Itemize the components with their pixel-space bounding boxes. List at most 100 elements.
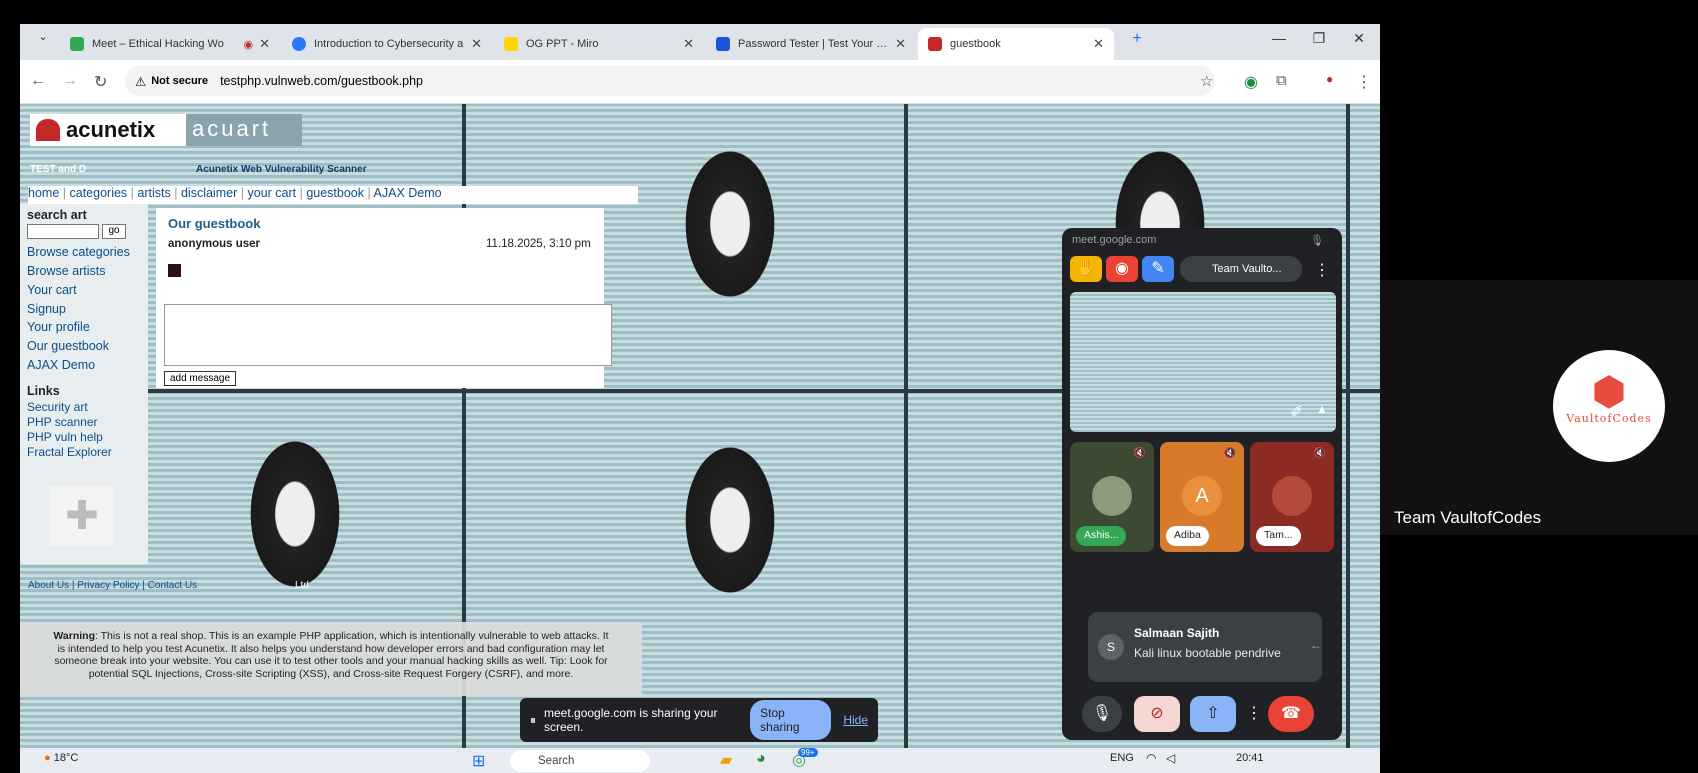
hand-raise-icon[interactable]: ✋	[1070, 256, 1102, 282]
participant-tile[interactable]: 🔇 Tam...	[1250, 442, 1334, 552]
avatar: S	[1098, 634, 1124, 660]
window-close-icon[interactable]: ✕	[1344, 30, 1374, 47]
participant-tile[interactable]: 🔇 Ashis...	[1070, 442, 1154, 552]
warning-label: Warning	[53, 630, 95, 642]
extensions-puzzle-icon[interactable]: ⧉	[1276, 72, 1287, 89]
brand-text: VaultofCodes	[1566, 412, 1652, 425]
nav-ajax-demo[interactable]: AJAX Demo	[374, 186, 442, 200]
tab-password-tester[interactable]: Password Tester | Test Your Pas ✕	[706, 28, 916, 60]
sidebar-item-browse-categories[interactable]: Browse categories	[27, 245, 130, 259]
address-bar-row: ← → ↻ ⚠ Not secure testphp.vulnweb.com/g…	[20, 60, 1380, 104]
chat-sender: Salmaan Sajith	[1134, 626, 1220, 640]
hide-button[interactable]: Hide	[843, 713, 868, 727]
nav-your-cart[interactable]: your cart	[247, 186, 296, 200]
wifi-icon[interactable]: ◠	[1146, 751, 1156, 765]
reload-icon[interactable]: ↻	[94, 72, 107, 92]
close-icon[interactable]: ✕	[683, 36, 694, 52]
muted-mic-icon: 🔇	[1133, 448, 1146, 459]
nav-categories[interactable]: categories	[70, 186, 128, 200]
tab-search-icon[interactable]: ⌄	[28, 30, 58, 43]
taskbar-search[interactable]: Search	[510, 750, 650, 772]
entry-author: anonymous user	[168, 238, 261, 250]
language-indicator[interactable]: ENG	[1110, 752, 1134, 764]
nav-artists[interactable]: artists	[137, 186, 170, 200]
participant-tile[interactable]: A 🔇 Adiba	[1160, 442, 1244, 552]
profile-icon[interactable]: ●	[1326, 72, 1333, 86]
close-icon[interactable]: ✕	[895, 36, 906, 52]
left-sidebar: search art go Browse categories Browse a…	[20, 204, 148, 564]
clock[interactable]: 20:41	[1236, 752, 1264, 764]
sidebar-item-signup[interactable]: Signup	[27, 302, 66, 316]
sidebar-item-our-guestbook[interactable]: Our guestbook	[27, 339, 109, 353]
sidebar-item-your-profile[interactable]: Your profile	[27, 320, 90, 334]
stop-sharing-button[interactable]: Stop sharing	[750, 700, 832, 740]
acunetix-logo[interactable]: acunetix	[30, 114, 186, 146]
tab-guestbook[interactable]: guestbook ✕	[918, 28, 1114, 60]
nav-disclaimer[interactable]: disclaimer	[181, 186, 237, 200]
extension-green-icon[interactable]: ◉	[1244, 72, 1258, 92]
tab-title: OG PPT - Miro	[526, 38, 599, 50]
message-textarea[interactable]	[164, 304, 612, 366]
record-icon[interactable]: ◉	[1106, 256, 1138, 282]
sidebar-item-your-cart[interactable]: Your cart	[27, 283, 77, 297]
go-button[interactable]: go	[102, 224, 126, 239]
link-php-vuln-help[interactable]: PHP vuln help	[27, 430, 103, 444]
close-icon[interactable]: ✕	[471, 36, 482, 52]
preview-pen-icon[interactable]: ✐	[1290, 402, 1303, 422]
tagline: TEST and D	[30, 164, 87, 175]
pen-icon[interactable]: ✎	[1142, 256, 1174, 282]
plugin-placeholder-icon: ✚	[50, 486, 114, 546]
start-icon[interactable]: ⊞	[472, 751, 485, 771]
file-explorer-icon[interactable]: ▰	[720, 750, 732, 770]
url-field[interactable]: ⚠ Not secure testphp.vulnweb.com/guestbo…	[125, 66, 1215, 96]
logo-text: acunetix	[66, 117, 156, 142]
divider	[904, 104, 908, 748]
bookmark-star-icon[interactable]: ☆	[1200, 72, 1213, 90]
tab-miro[interactable]: OG PPT - Miro ✕	[494, 28, 704, 60]
sidebar-item-browse-artists[interactable]: Browse artists	[27, 264, 106, 278]
acuart-logo: acuart	[186, 114, 302, 146]
forward-icon[interactable]: →	[62, 72, 78, 90]
team-chip[interactable]: Team Vaulto...	[1180, 256, 1302, 282]
more-options-icon[interactable]: ⋮	[1314, 260, 1330, 280]
meet-pip-window: meet.google.com 🎙 ✋ ◉ ✎ Team Vaulto... ⋮…	[1062, 228, 1342, 740]
restore-icon[interactable]: ❐	[1304, 30, 1334, 47]
tab-cybersecurity[interactable]: Introduction to Cybersecurity a ✕	[282, 28, 492, 60]
link-php-scanner[interactable]: PHP scanner	[27, 415, 97, 429]
link-fractal-explorer[interactable]: Fractal Explorer	[27, 445, 112, 459]
entry-date: 11.18.2025, 3:10 pm	[486, 238, 591, 250]
menu-kebab-icon[interactable]: ⋮	[1356, 72, 1372, 92]
close-icon[interactable]: ✕	[259, 36, 270, 52]
more-actions-icon[interactable]: ⋮	[1246, 696, 1262, 732]
mic-button[interactable]: 🎙	[1082, 696, 1122, 732]
miro-favicon-icon	[504, 37, 518, 51]
camera-off-button[interactable]: ⊘	[1134, 696, 1180, 732]
pause-icon: ⏸	[530, 712, 537, 727]
tab-meet[interactable]: Meet – Ethical Hacking Wo ◉ ✕	[60, 28, 280, 60]
presenter-panel: ⬢ VaultofCodes Team VaultofCodes	[1380, 280, 1698, 535]
back-icon[interactable]: ←	[30, 72, 46, 90]
end-call-button[interactable]: ☎	[1268, 696, 1314, 732]
footer-links[interactable]: About Us | Privacy Policy | Contact Us	[28, 580, 197, 591]
minimize-icon[interactable]: —	[1264, 30, 1294, 46]
warning-icon: ⚠	[135, 74, 147, 89]
collapse-icon[interactable]: ▲	[1316, 402, 1328, 416]
search-input[interactable]	[27, 224, 99, 239]
add-message-button[interactable]: add message	[164, 371, 236, 386]
avatar	[1272, 476, 1312, 516]
sidebar-item-ajax-demo[interactable]: AJAX Demo	[27, 358, 95, 372]
nav-home[interactable]: home	[28, 186, 59, 200]
present-button[interactable]: ⇧	[1190, 696, 1236, 732]
volume-icon[interactable]: ◁	[1166, 751, 1175, 765]
arrow-left-icon[interactable]: ←	[1310, 638, 1322, 652]
link-security-art[interactable]: Security art	[27, 400, 88, 414]
entry-content-image	[168, 264, 181, 277]
guestbook-panel: Our guestbook anonymous user 11.18.2025,…	[156, 208, 612, 388]
weather-widget[interactable]: ● 18°C	[44, 752, 78, 764]
nav-guestbook[interactable]: guestbook	[306, 186, 364, 200]
chrome-icon[interactable]: ◕	[756, 750, 766, 768]
new-tab-icon[interactable]: +	[1122, 30, 1152, 48]
vaultofcodes-avatar: ⬢ VaultofCodes	[1553, 350, 1665, 462]
chat-notification[interactable]: S Salmaan Sajith Kali linux bootable pen…	[1088, 612, 1322, 682]
close-icon[interactable]: ✕	[1093, 36, 1104, 52]
